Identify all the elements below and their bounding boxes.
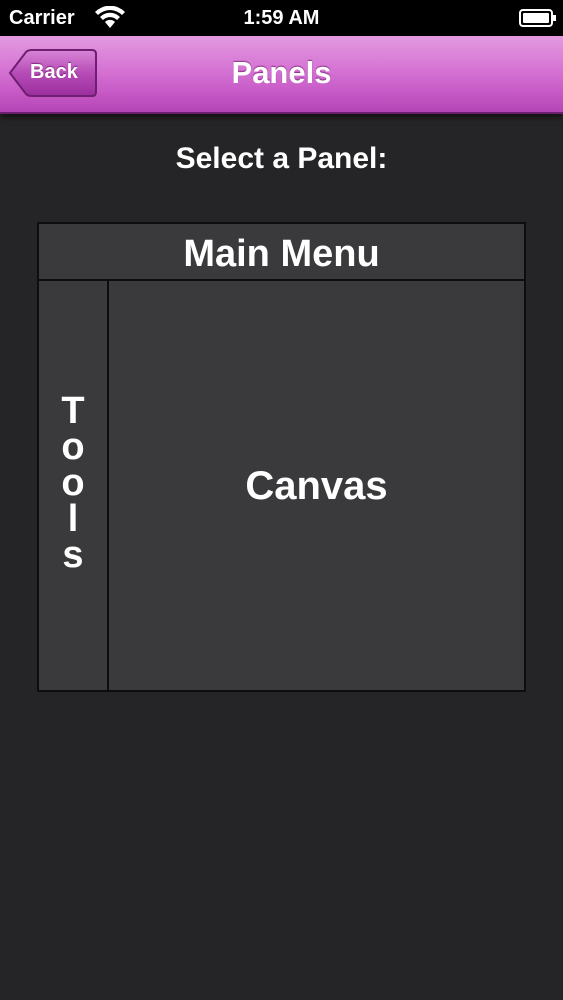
tools-panel[interactable]: T o o l s (39, 281, 109, 690)
status-bar: Carrier 1:59 AM (0, 0, 563, 36)
page-title: Panels (231, 55, 332, 90)
select-panel-prompt: Select a Panel: (175, 142, 388, 175)
canvas-label: Canvas (245, 464, 388, 508)
main-menu-panel[interactable]: Main Menu (39, 224, 524, 281)
navigation-bar: Back Panels (0, 36, 563, 114)
clock: 1:59 AM (243, 7, 320, 29)
battery-icon (519, 9, 557, 27)
main-menu-label: Main Menu (183, 233, 380, 275)
app-screen: Carrier 1:59 AM Back Panels Select a Pan… (0, 0, 563, 1000)
tools-label: T o o l s (61, 390, 85, 576)
panel-layout-diagram: Main Menu T o o l s Canvas (37, 222, 526, 692)
canvas-panel[interactable]: Canvas (109, 281, 524, 690)
